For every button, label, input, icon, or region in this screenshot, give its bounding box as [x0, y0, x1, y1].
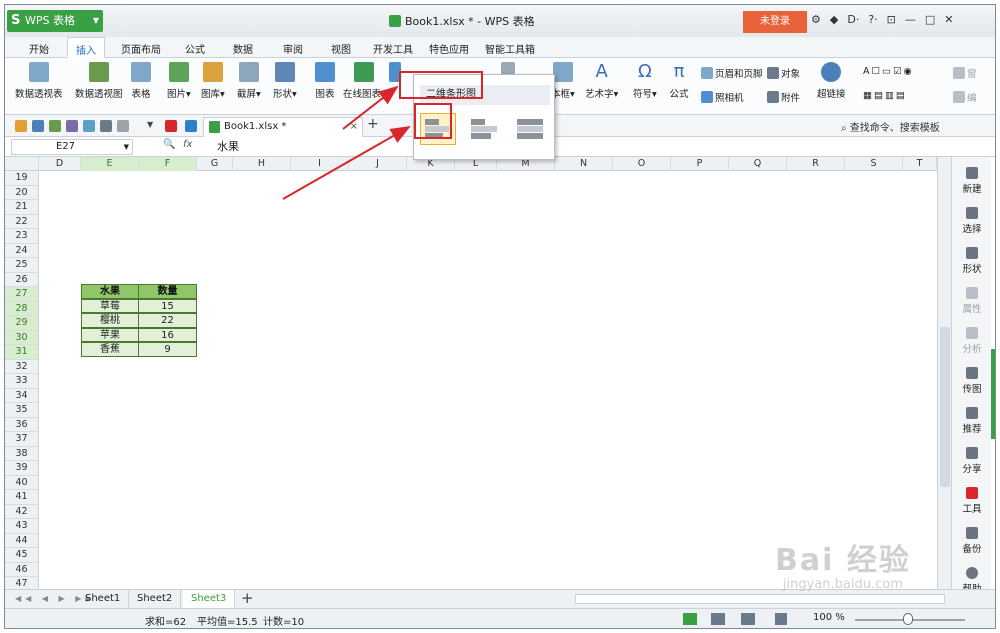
baidu-watermark: Bai 经验 jingyan.baidu.com [775, 543, 911, 592]
app-window: S WPS 表格 ▼ Book1.xlsx * - WPS 表格 未登录 ⚙ ◆… [4, 4, 996, 629]
annotation-arrow [342, 85, 399, 130]
annotation-arrow [282, 126, 411, 200]
